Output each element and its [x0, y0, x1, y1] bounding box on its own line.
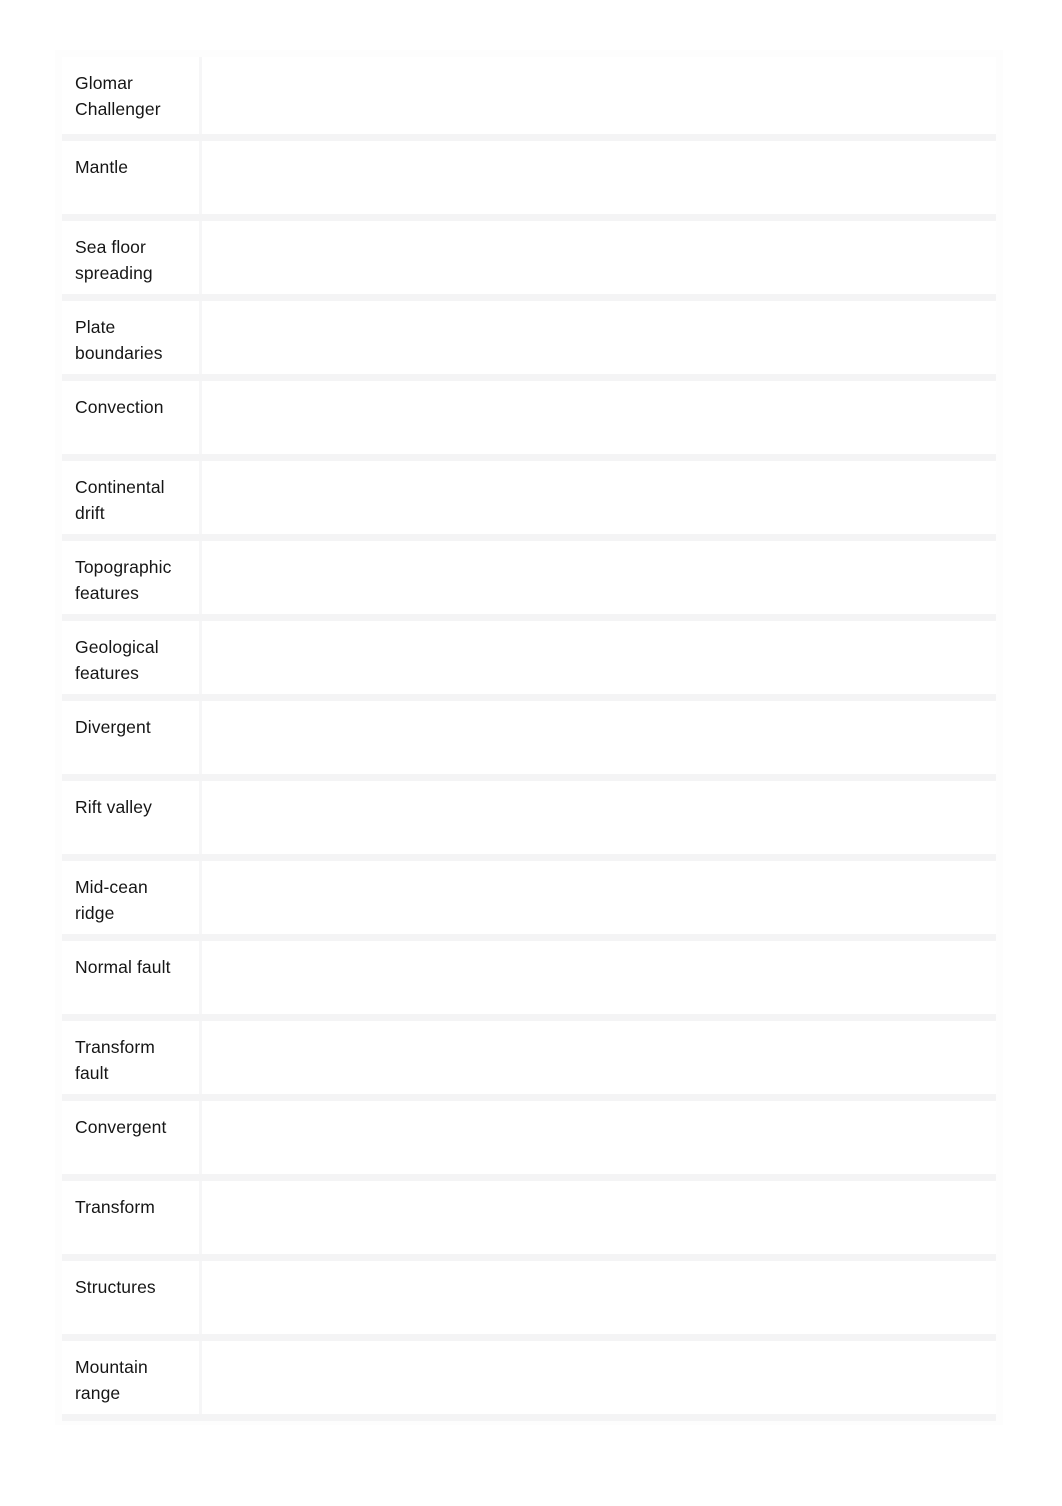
definition-blank-area [214, 794, 987, 795]
vocabulary-term-cell: Mountain range [62, 1337, 202, 1421]
vocabulary-term-cell: Transform fault [62, 1017, 202, 1101]
vocabulary-table-container: Glomar Challenger Mantle Sea floor spreadi… [62, 57, 996, 1421]
table-row: Glomar Challenger [62, 57, 996, 141]
definition-blank-area [214, 314, 987, 315]
definition-answer-cell[interactable] [200, 617, 996, 701]
table-row: Mountain range [62, 1337, 996, 1421]
definition-answer-cell[interactable] [200, 457, 996, 541]
vocabulary-term-cell: Divergent [62, 697, 202, 781]
vocabulary-term-cell: Normal fault [62, 937, 202, 1021]
table-row: Rift valley [62, 777, 996, 861]
definition-answer-cell[interactable] [200, 857, 996, 941]
table-row: Transform [62, 1177, 996, 1261]
definition-blank-area [214, 154, 987, 155]
definition-answer-cell[interactable] [200, 137, 996, 221]
definition-blank-area [214, 234, 987, 235]
definition-blank-area [214, 954, 987, 955]
vocabulary-term-cell: Glomar Challenger [62, 57, 202, 141]
definition-answer-cell[interactable] [200, 937, 996, 1021]
definition-answer-cell[interactable] [200, 537, 996, 621]
table-row: Mantle [62, 137, 996, 221]
definition-blank-area [214, 394, 987, 395]
vocabulary-term-cell: Topographic features [62, 537, 202, 621]
table-row: Topographic features [62, 537, 996, 621]
table-row: Divergent [62, 697, 996, 781]
table-row: Sea floor spreading [62, 217, 996, 301]
vocabulary-term-cell: Continental drift [62, 457, 202, 541]
vocabulary-term-cell: Geological features [62, 617, 202, 701]
definition-answer-cell[interactable] [200, 1257, 996, 1341]
definition-answer-cell[interactable] [200, 297, 996, 381]
table-row: Normal fault [62, 937, 996, 1021]
vocabulary-term-cell: Mid-cean ridge [62, 857, 202, 941]
definition-blank-area [214, 554, 987, 555]
vocabulary-term-cell: Plate boundaries [62, 297, 202, 381]
vocabulary-term-cell: Mantle [62, 137, 202, 221]
definition-blank-area [214, 474, 987, 475]
definition-answer-cell[interactable] [200, 217, 996, 301]
definition-answer-cell[interactable] [200, 697, 996, 781]
vocabulary-term-cell: Convergent [62, 1097, 202, 1181]
table-row: Mid-cean ridge [62, 857, 996, 941]
definition-answer-cell[interactable] [200, 57, 996, 141]
definition-blank-area [214, 874, 987, 875]
definition-answer-cell[interactable] [200, 377, 996, 461]
definition-blank-area [214, 1194, 987, 1195]
definition-blank-area [214, 1034, 987, 1035]
vocabulary-term-cell: Rift valley [62, 777, 202, 861]
definition-answer-cell[interactable] [200, 1337, 996, 1421]
definition-answer-cell[interactable] [200, 1097, 996, 1181]
vocabulary-term-cell: Transform [62, 1177, 202, 1261]
definition-blank-area [214, 714, 987, 715]
definition-blank-area [214, 634, 987, 635]
table-row: Plate boundaries [62, 297, 996, 381]
definition-answer-cell[interactable] [200, 1017, 996, 1101]
definition-answer-cell[interactable] [200, 777, 996, 861]
table-row: Transform fault [62, 1017, 996, 1101]
vocabulary-term-cell: Convection [62, 377, 202, 461]
table-row: Convergent [62, 1097, 996, 1181]
definition-blank-area [214, 1354, 987, 1355]
document-page: Glomar Challenger Mantle Sea floor spreadi… [0, 0, 1062, 1506]
vocabulary-term-cell: Structures [62, 1257, 202, 1341]
table-row: Geological features [62, 617, 996, 701]
table-row: Convection [62, 377, 996, 461]
definition-blank-area [214, 1274, 987, 1275]
definition-blank-area [214, 70, 987, 71]
definition-answer-cell[interactable] [200, 1177, 996, 1261]
table-row: Structures [62, 1257, 996, 1341]
vocabulary-table-body: Glomar Challenger Mantle Sea floor spreadi… [62, 57, 996, 1421]
vocabulary-term-cell: Sea floor spreading [62, 217, 202, 301]
vocabulary-table: Glomar Challenger Mantle Sea floor spreadi… [62, 57, 996, 1421]
definition-blank-area [214, 1114, 987, 1115]
table-row: Continental drift [62, 457, 996, 541]
